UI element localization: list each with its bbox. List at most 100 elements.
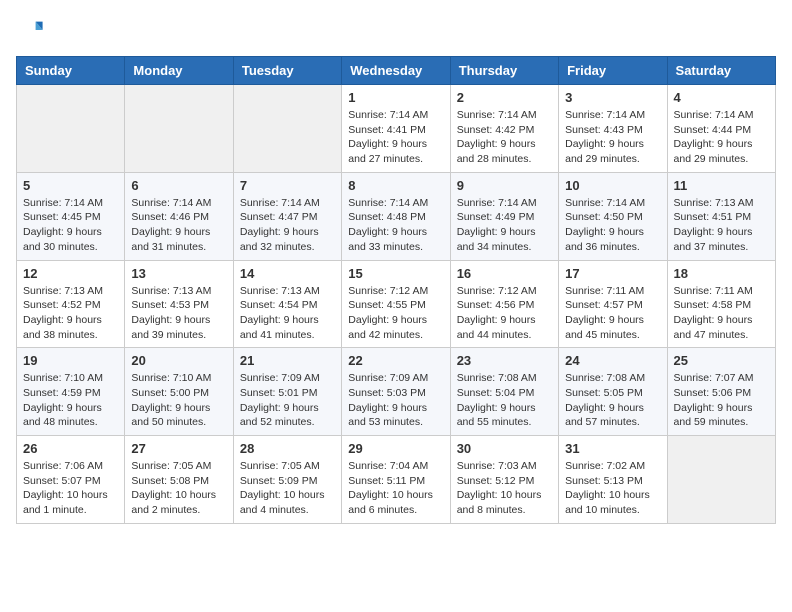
day-number: 18 <box>674 266 769 281</box>
calendar-cell: 13 Sunrise: 7:13 AM Sunset: 4:53 PM Dayli… <box>125 260 233 348</box>
day-info: Sunrise: 7:14 AM Sunset: 4:48 PM Dayligh… <box>348 196 443 255</box>
day-number: 26 <box>23 441 118 456</box>
day-info: Sunrise: 7:14 AM Sunset: 4:44 PM Dayligh… <box>674 108 769 167</box>
day-number: 20 <box>131 353 226 368</box>
day-info: Sunrise: 7:03 AM Sunset: 5:12 PM Dayligh… <box>457 459 552 518</box>
calendar-cell: 26 Sunrise: 7:06 AM Sunset: 5:07 PM Dayli… <box>17 436 125 524</box>
calendar-cell <box>667 436 775 524</box>
calendar-cell <box>125 85 233 173</box>
day-info: Sunrise: 7:13 AM Sunset: 4:54 PM Dayligh… <box>240 284 335 343</box>
calendar-cell: 8Sunrise: 7:14 AM Sunset: 4:48 PM Daylig… <box>342 172 450 260</box>
calendar-cell: 17 Sunrise: 7:11 AM Sunset: 4:57 PM Dayli… <box>559 260 667 348</box>
calendar-cell: 15Sunrise: 7:12 AM Sunset: 4:55 PM Dayli… <box>342 260 450 348</box>
day-info: Sunrise: 7:07 AM Sunset: 5:06 PM Dayligh… <box>674 371 769 430</box>
day-info: Sunrise: 7:14 AM Sunset: 4:49 PM Dayligh… <box>457 196 552 255</box>
day-info: Sunrise: 7:11 AM Sunset: 4:58 PM Dayligh… <box>674 284 769 343</box>
day-number: 30 <box>457 441 552 456</box>
day-info: Sunrise: 7:13 AM Sunset: 4:52 PM Dayligh… <box>23 284 118 343</box>
day-info: Sunrise: 7:10 AM Sunset: 5:00 PM Dayligh… <box>131 371 226 430</box>
calendar-cell: 31 Sunrise: 7:02 AM Sunset: 5:13 PM Dayli… <box>559 436 667 524</box>
calendar-cell: 18 Sunrise: 7:11 AM Sunset: 4:58 PM Dayli… <box>667 260 775 348</box>
day-info: Sunrise: 7:09 AM Sunset: 5:01 PM Dayligh… <box>240 371 335 430</box>
weekday-header-sunday: Sunday <box>17 57 125 85</box>
day-info: Sunrise: 7:05 AM Sunset: 5:08 PM Dayligh… <box>131 459 226 518</box>
calendar-cell: 2 Sunrise: 7:14 AM Sunset: 4:42 PM Daylig… <box>450 85 558 173</box>
day-info: Sunrise: 7:05 AM Sunset: 5:09 PM Dayligh… <box>240 459 335 518</box>
calendar-cell: 29 Sunrise: 7:04 AM Sunset: 5:11 PM Dayli… <box>342 436 450 524</box>
day-number: 19 <box>23 353 118 368</box>
weekday-header-tuesday: Tuesday <box>233 57 341 85</box>
day-info: Sunrise: 7:11 AM Sunset: 4:57 PM Dayligh… <box>565 284 660 343</box>
calendar-cell: 22 Sunrise: 7:09 AM Sunset: 5:03 PM Dayli… <box>342 348 450 436</box>
calendar-week-row: 12 Sunrise: 7:13 AM Sunset: 4:52 PM Dayli… <box>17 260 776 348</box>
day-info: Sunrise: 7:14 AM Sunset: 4:41 PM Dayligh… <box>348 108 443 167</box>
day-number: 7 <box>240 178 335 193</box>
calendar-cell: 30 Sunrise: 7:03 AM Sunset: 5:12 PM Dayli… <box>450 436 558 524</box>
day-info: Sunrise: 7:10 AM Sunset: 4:59 PM Dayligh… <box>23 371 118 430</box>
calendar-header-row: SundayMondayTuesdayWednesdayThursdayFrid… <box>17 57 776 85</box>
calendar-cell <box>17 85 125 173</box>
day-number: 5 <box>23 178 118 193</box>
calendar-cell: 3Sunrise: 7:14 AM Sunset: 4:43 PM Daylig… <box>559 85 667 173</box>
day-info: Sunrise: 7:14 AM Sunset: 4:45 PM Dayligh… <box>23 196 118 255</box>
calendar-cell <box>233 85 341 173</box>
calendar-cell: 6 Sunrise: 7:14 AM Sunset: 4:46 PM Daylig… <box>125 172 233 260</box>
page-header <box>16 16 776 44</box>
weekday-header-wednesday: Wednesday <box>342 57 450 85</box>
day-number: 11 <box>674 178 769 193</box>
day-info: Sunrise: 7:04 AM Sunset: 5:11 PM Dayligh… <box>348 459 443 518</box>
calendar-week-row: 5 Sunrise: 7:14 AM Sunset: 4:45 PM Daylig… <box>17 172 776 260</box>
day-number: 14 <box>240 266 335 281</box>
calendar-cell: 28 Sunrise: 7:05 AM Sunset: 5:09 PM Dayli… <box>233 436 341 524</box>
calendar-cell: 9 Sunrise: 7:14 AM Sunset: 4:49 PM Daylig… <box>450 172 558 260</box>
day-number: 31 <box>565 441 660 456</box>
logo <box>16 16 48 44</box>
calendar-cell: 21 Sunrise: 7:09 AM Sunset: 5:01 PM Dayli… <box>233 348 341 436</box>
calendar-cell: 11 Sunrise: 7:13 AM Sunset: 4:51 PM Dayli… <box>667 172 775 260</box>
calendar-cell: 23 Sunrise: 7:08 AM Sunset: 5:04 PM Dayli… <box>450 348 558 436</box>
day-info: Sunrise: 7:13 AM Sunset: 4:51 PM Dayligh… <box>674 196 769 255</box>
day-info: Sunrise: 7:14 AM Sunset: 4:46 PM Dayligh… <box>131 196 226 255</box>
day-number: 2 <box>457 90 552 105</box>
day-number: 12 <box>23 266 118 281</box>
calendar-cell: 14 Sunrise: 7:13 AM Sunset: 4:54 PM Dayli… <box>233 260 341 348</box>
calendar-cell: 10 Sunrise: 7:14 AM Sunset: 4:50 PM Dayli… <box>559 172 667 260</box>
day-number: 15 <box>348 266 443 281</box>
calendar-week-row: 1 Sunrise: 7:14 AM Sunset: 4:41 PM Daylig… <box>17 85 776 173</box>
day-info: Sunrise: 7:06 AM Sunset: 5:07 PM Dayligh… <box>23 459 118 518</box>
weekday-header-saturday: Saturday <box>667 57 775 85</box>
day-number: 6 <box>131 178 226 193</box>
day-number: 28 <box>240 441 335 456</box>
calendar-cell: 19 Sunrise: 7:10 AM Sunset: 4:59 PM Dayli… <box>17 348 125 436</box>
day-number: 3 <box>565 90 660 105</box>
day-number: 25 <box>674 353 769 368</box>
calendar-cell: 4 Sunrise: 7:14 AM Sunset: 4:44 PM Daylig… <box>667 85 775 173</box>
calendar-cell: 25 Sunrise: 7:07 AM Sunset: 5:06 PM Dayli… <box>667 348 775 436</box>
day-number: 9 <box>457 178 552 193</box>
day-number: 4 <box>674 90 769 105</box>
weekday-header-monday: Monday <box>125 57 233 85</box>
weekday-header-friday: Friday <box>559 57 667 85</box>
day-info: Sunrise: 7:13 AM Sunset: 4:53 PM Dayligh… <box>131 284 226 343</box>
day-info: Sunrise: 7:14 AM Sunset: 4:50 PM Dayligh… <box>565 196 660 255</box>
calendar-cell: 27 Sunrise: 7:05 AM Sunset: 5:08 PM Dayli… <box>125 436 233 524</box>
calendar-cell: 16Sunrise: 7:12 AM Sunset: 4:56 PM Dayli… <box>450 260 558 348</box>
day-number: 1 <box>348 90 443 105</box>
day-number: 17 <box>565 266 660 281</box>
day-info: Sunrise: 7:14 AM Sunset: 4:42 PM Dayligh… <box>457 108 552 167</box>
day-number: 29 <box>348 441 443 456</box>
calendar-week-row: 26 Sunrise: 7:06 AM Sunset: 5:07 PM Dayli… <box>17 436 776 524</box>
day-number: 23 <box>457 353 552 368</box>
day-number: 21 <box>240 353 335 368</box>
day-info: Sunrise: 7:09 AM Sunset: 5:03 PM Dayligh… <box>348 371 443 430</box>
day-number: 22 <box>348 353 443 368</box>
day-number: 27 <box>131 441 226 456</box>
day-info: Sunrise: 7:02 AM Sunset: 5:13 PM Dayligh… <box>565 459 660 518</box>
calendar-cell: 20 Sunrise: 7:10 AM Sunset: 5:00 PM Dayli… <box>125 348 233 436</box>
calendar-week-row: 19 Sunrise: 7:10 AM Sunset: 4:59 PM Dayli… <box>17 348 776 436</box>
day-info: Sunrise: 7:08 AM Sunset: 5:04 PM Dayligh… <box>457 371 552 430</box>
calendar-table: SundayMondayTuesdayWednesdayThursdayFrid… <box>16 56 776 524</box>
day-info: Sunrise: 7:12 AM Sunset: 4:56 PM Dayligh… <box>457 284 552 343</box>
day-number: 10 <box>565 178 660 193</box>
day-number: 13 <box>131 266 226 281</box>
